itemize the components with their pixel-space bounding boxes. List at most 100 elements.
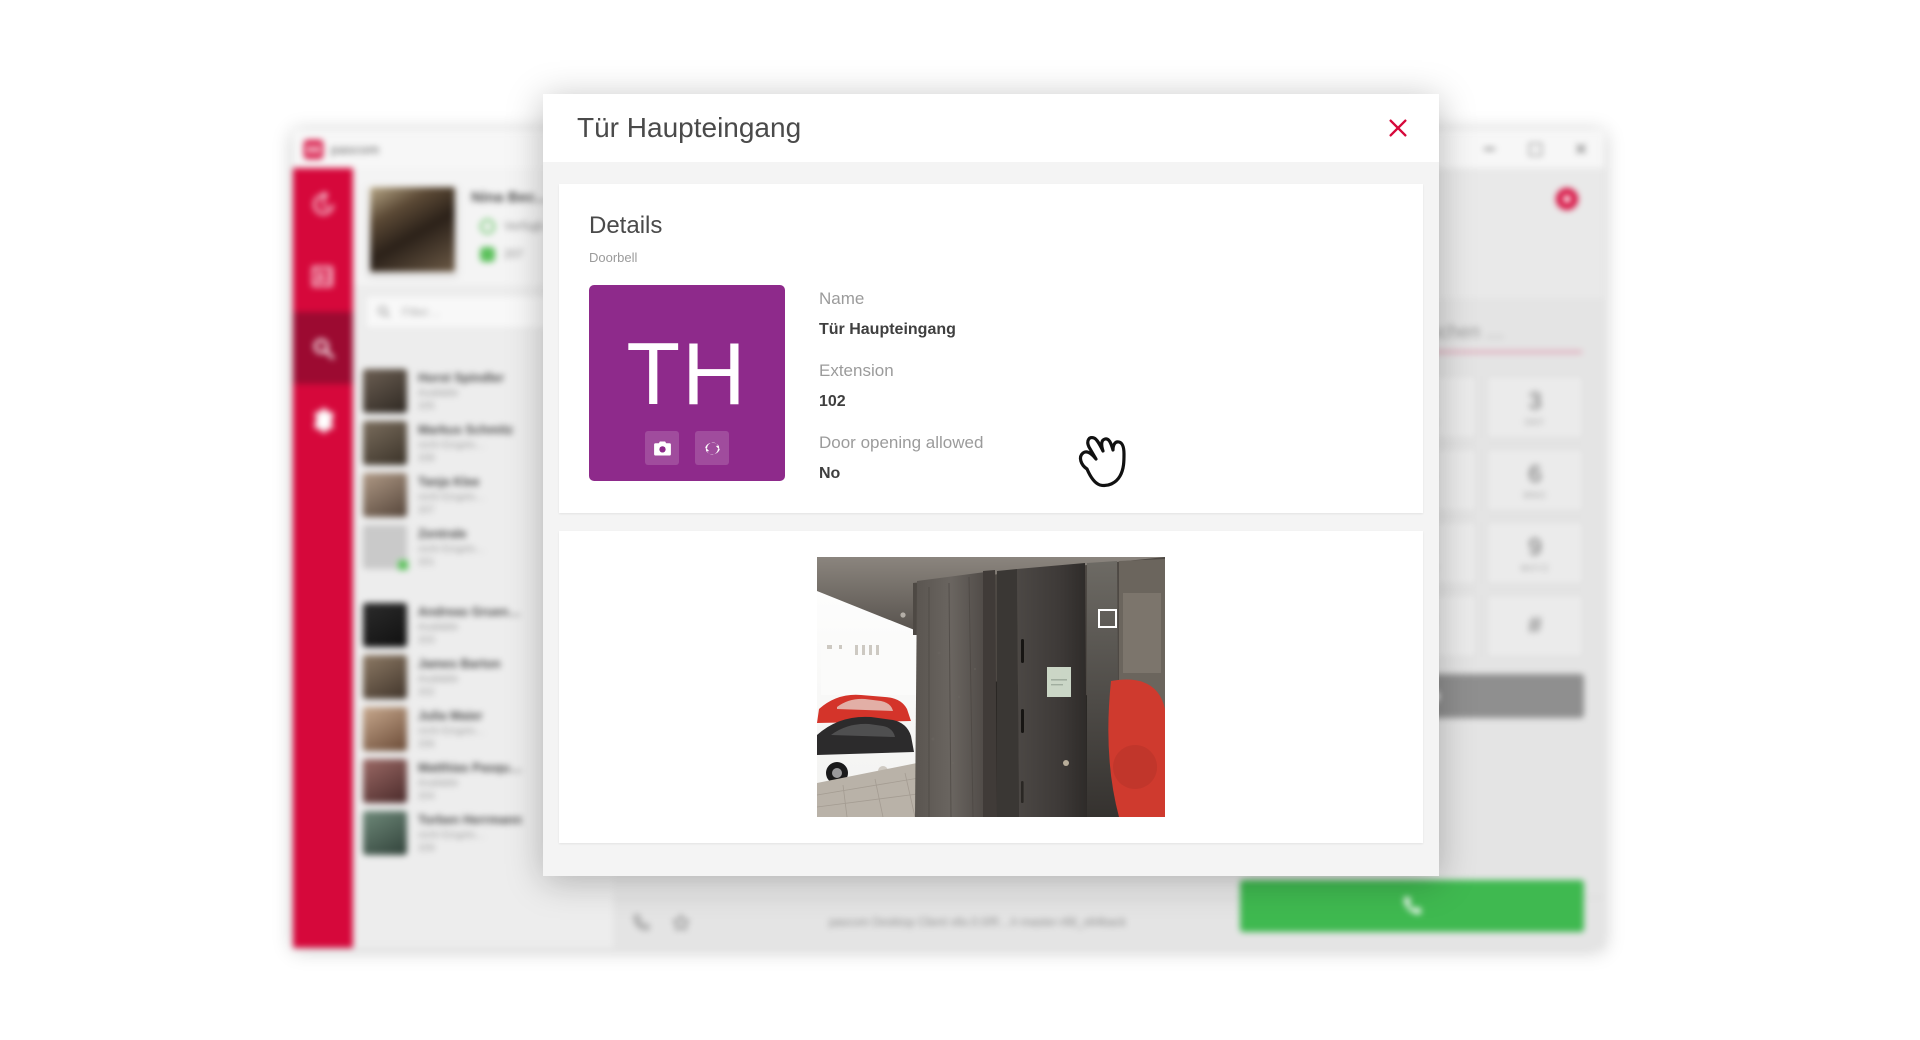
presence-ring-icon xyxy=(480,219,495,234)
close-dialog-button[interactable] xyxy=(1381,111,1415,145)
field-value-extension: 102 xyxy=(819,393,846,410)
contact-status: nicht Eingelo… xyxy=(418,829,486,841)
field-value-name: Tür Haupteingang xyxy=(819,321,956,338)
contact-status: Available xyxy=(418,621,459,633)
avatar xyxy=(367,184,458,275)
contact-status: Available xyxy=(418,777,459,789)
refresh-button[interactable] xyxy=(695,431,729,465)
field-value-door-opening-allowed: No xyxy=(819,465,841,482)
details-heading: Details xyxy=(589,212,663,239)
details-content-row: TH Name Tür Haupteingang Extension 102 D… xyxy=(589,285,1393,483)
avatar xyxy=(363,369,407,413)
avatar: TH xyxy=(589,285,785,481)
sidebar-item-history[interactable] xyxy=(293,168,353,240)
contact-name: Markus Schmitz xyxy=(418,422,514,437)
contact-extension: 202 xyxy=(418,686,435,698)
address-book-icon xyxy=(311,265,332,287)
contact-name: Tanja Klee xyxy=(418,474,480,489)
close-icon xyxy=(1389,119,1407,137)
contact-name: Julia Maier xyxy=(418,708,483,723)
contact-status: nicht Eingelo… xyxy=(418,725,486,737)
search-icon xyxy=(378,306,390,318)
camera-feed-card xyxy=(559,531,1423,843)
online-indicator xyxy=(397,559,409,571)
search-icon xyxy=(313,338,334,359)
snapshot-button[interactable] xyxy=(645,431,679,465)
avatar-initials: TH xyxy=(626,324,748,423)
avatar xyxy=(363,655,407,699)
contact-name: Torben Herrmann xyxy=(418,812,522,827)
contact-name: Horst Spindler xyxy=(418,370,505,385)
dialog-header: Tür Haupteingang xyxy=(543,94,1439,162)
key-digit: 3 xyxy=(1528,387,1542,415)
phone-icon[interactable] xyxy=(631,913,651,933)
dialpad-key-9[interactable]: 9 WXYZ xyxy=(1486,521,1584,585)
contact-status: nicht Eingelo… xyxy=(418,439,486,451)
star-icon[interactable] xyxy=(671,913,691,933)
avatar xyxy=(363,421,407,465)
avatar xyxy=(363,811,407,855)
phone-icon xyxy=(1404,897,1421,914)
contact-status: nicht Eingelo… xyxy=(418,491,486,503)
dialpad-key-hash[interactable]: # xyxy=(1486,594,1584,658)
contact-extension: 206 xyxy=(418,738,435,750)
contact-name: James Barton xyxy=(418,656,501,671)
screen: pascom ✕ Nina Bec… Verfügb… 207 Filter… … xyxy=(0,0,1920,1040)
contact-name: Andreas Gruen… xyxy=(418,604,521,619)
contact-extension: 204 xyxy=(418,790,435,802)
field-label-door-opening-allowed: Door opening allowed xyxy=(819,433,984,452)
sidebar-item-contacts[interactable] xyxy=(293,240,353,312)
avatar xyxy=(363,759,407,803)
fullscreen-icon[interactable] xyxy=(1098,609,1117,628)
contact-status: nicht Eingelo… xyxy=(418,543,486,555)
presence-extension-label: 207 xyxy=(504,248,524,261)
app-brand-label: pascom xyxy=(331,141,380,157)
presence-square-icon xyxy=(480,247,495,262)
contact-extension: 201 xyxy=(418,556,435,568)
close-window-button[interactable]: ✕ xyxy=(1558,130,1604,168)
detail-fields: Name Tür Haupteingang Extension 102 Door… xyxy=(819,285,1393,483)
camera-icon xyxy=(653,441,671,455)
version-label: pascom Desktop Client v6x.0.0/R…/r-maste… xyxy=(828,917,1127,929)
contact-name: Matthias Pasqu… xyxy=(418,760,523,775)
key-letters: WXYZ xyxy=(1520,562,1550,573)
contact-extension: 205 xyxy=(418,400,435,412)
sidebar-item-search[interactable] xyxy=(293,312,353,384)
contact-extension: 203 xyxy=(418,634,435,646)
sidebar-item-settings[interactable] xyxy=(293,384,353,456)
gear-icon xyxy=(313,407,334,433)
camera-feed-image[interactable] xyxy=(817,557,1165,817)
avatar xyxy=(363,603,407,647)
call-button[interactable] xyxy=(1240,880,1584,932)
dialpad-key-3[interactable]: 3 DEF xyxy=(1486,375,1584,439)
field-label-extension: Extension xyxy=(819,361,894,380)
avatar xyxy=(363,707,407,751)
field-label-name: Name xyxy=(819,289,865,308)
doorbell-details-dialog: Tür Haupteingang Details Doorbell TH Nam… xyxy=(543,94,1439,876)
history-clock-icon xyxy=(312,190,334,215)
camera-feed-scene xyxy=(817,557,1165,817)
app-sidebar xyxy=(293,168,353,948)
contact-status: Available xyxy=(418,387,459,399)
status-badge[interactable] xyxy=(1556,188,1578,210)
key-letters: MNO xyxy=(1523,489,1547,500)
dialog-body: Details Doorbell TH Name Tür Haupteingan… xyxy=(543,162,1439,876)
contact-extension: 208 xyxy=(418,452,435,464)
window-controls: ✕ xyxy=(1466,130,1604,168)
page-title: Tür Haupteingang xyxy=(577,112,802,143)
contact-status: Available xyxy=(418,673,459,685)
avatar xyxy=(363,473,407,517)
maximize-button[interactable] xyxy=(1512,130,1558,168)
dialpad-key-6[interactable]: 6 MNO xyxy=(1486,448,1584,512)
details-card: Details Doorbell TH Name Tür Haupteingan… xyxy=(559,184,1423,513)
key-digit: 6 xyxy=(1528,460,1542,488)
avatar-action-bar xyxy=(589,431,785,465)
contact-name: Zentrale xyxy=(418,526,467,541)
key-digit: 9 xyxy=(1528,533,1542,561)
key-digit: # xyxy=(1528,611,1542,639)
pascom-logo-icon xyxy=(304,139,323,159)
contact-extension: 207 xyxy=(418,504,435,516)
contact-extension: 209 xyxy=(418,842,435,854)
minimize-button[interactable] xyxy=(1466,130,1512,168)
details-subheading: Doorbell xyxy=(589,250,638,265)
